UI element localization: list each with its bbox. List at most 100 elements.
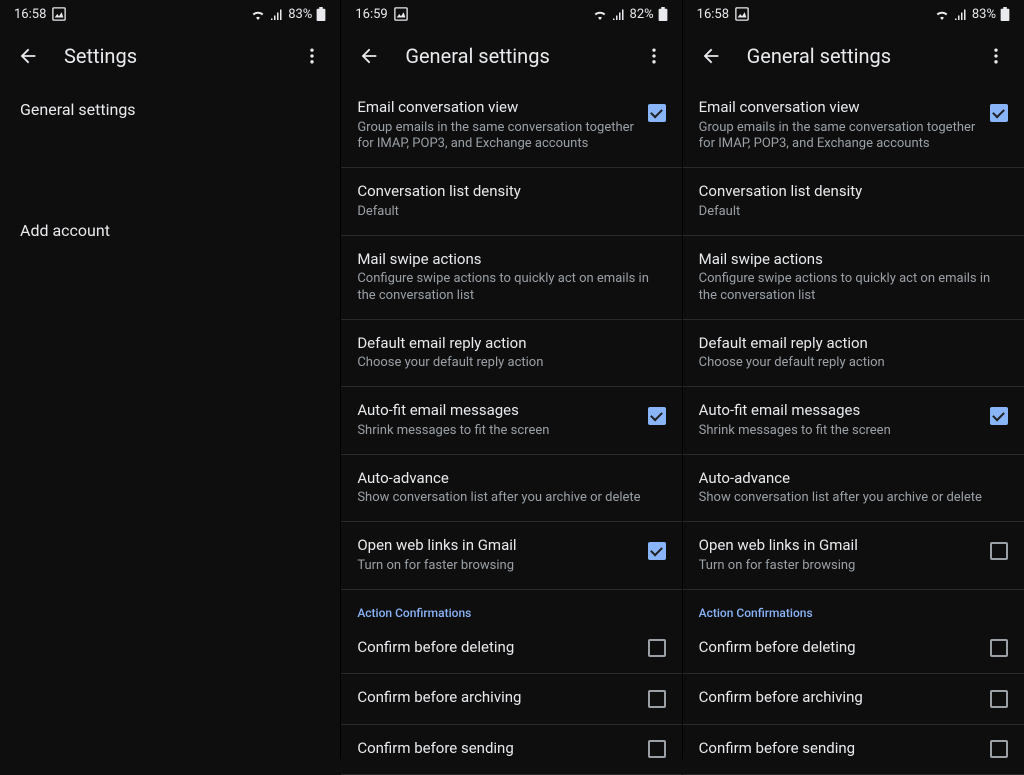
setting-subtitle: Show conversation list after you archive… <box>357 490 657 507</box>
battery-icon <box>1000 7 1010 21</box>
content: Email conversation viewGroup emails in t… <box>683 84 1024 775</box>
setting-subtitle: Configure swipe actions to quickly act o… <box>699 271 1000 305</box>
setting-text: Mail swipe actionsConfigure swipe action… <box>699 250 1008 305</box>
screen-0: 16:5883%SettingsGeneral settingsAdd acco… <box>0 0 341 759</box>
setting-item[interactable]: Conversation list density Default <box>683 168 1024 235</box>
list-item[interactable]: General settings <box>0 84 340 135</box>
setting-subtitle: Choose your default reply action <box>357 355 657 372</box>
image-icon <box>52 7 66 21</box>
checkbox[interactable] <box>990 690 1008 708</box>
back-icon[interactable] <box>357 44 381 68</box>
setting-item[interactable]: Email conversation viewGroup emails in t… <box>341 84 681 168</box>
setting-title: Conversation list density <box>699 182 1000 202</box>
list-item[interactable]: Add account <box>0 205 340 256</box>
setting-subtitle: Default <box>699 204 1000 221</box>
confirm-item[interactable]: Confirm before deleting <box>683 624 1024 675</box>
more-icon[interactable] <box>300 44 324 68</box>
setting-title: Auto-fit email messages <box>699 401 982 421</box>
status-time: 16:58 <box>14 7 46 22</box>
setting-item[interactable]: Conversation list density Default <box>341 168 681 235</box>
image-icon <box>735 7 749 21</box>
setting-subtitle: Shrink messages to fit the screen <box>357 423 639 440</box>
setting-item[interactable]: Auto-fit email messagesShrink messages t… <box>683 387 1024 454</box>
setting-title: Default email reply action <box>699 334 1000 354</box>
checkbox[interactable] <box>990 542 1008 560</box>
checkbox[interactable] <box>648 542 666 560</box>
page-title: General settings <box>405 44 641 68</box>
setting-text: Email conversation viewGroup emails in t… <box>357 98 647 153</box>
checkbox[interactable] <box>648 690 666 708</box>
setting-text: Open web links in Gmail Turn on for faste… <box>357 536 647 574</box>
setting-subtitle: Turn on for faster browsing <box>699 558 982 575</box>
setting-item[interactable]: Default email reply actionChoose your de… <box>341 320 681 387</box>
setting-item[interactable]: Open web links in GmailTurn on for faste… <box>683 522 1024 589</box>
wifi-icon <box>592 8 608 20</box>
checkbox[interactable] <box>990 407 1008 425</box>
confirm-title: Confirm before archiving <box>699 688 990 708</box>
more-icon[interactable] <box>642 44 666 68</box>
confirm-title: Confirm before archiving <box>357 688 647 708</box>
setting-subtitle: Configure swipe actions to quickly act o… <box>357 271 657 305</box>
checkbox[interactable] <box>648 407 666 425</box>
confirm-title: Confirm before sending <box>699 739 990 759</box>
confirm-item[interactable]: Confirm before archiving <box>683 674 1024 725</box>
setting-text: Email conversation viewGroup emails in t… <box>699 98 990 153</box>
status-bar: 16:5982% <box>341 0 681 28</box>
setting-subtitle: Choose your default reply action <box>699 355 1000 372</box>
setting-title: Conversation list density <box>357 182 657 202</box>
status-time: 16:59 <box>355 7 387 22</box>
checkbox[interactable] <box>990 639 1008 657</box>
setting-title: Mail swipe actions <box>699 250 1000 270</box>
screen-2: 16:5883% General settings Email conversati… <box>683 0 1024 759</box>
checkbox[interactable] <box>990 740 1008 758</box>
setting-item[interactable]: Mail swipe actionsConfigure swipe action… <box>683 236 1024 320</box>
status-bar: 16:5883% <box>683 0 1024 28</box>
setting-subtitle: Group emails in the same conversation to… <box>357 120 639 154</box>
setting-subtitle: Group emails in the same conversation to… <box>699 120 982 154</box>
setting-item[interactable]: Auto-fit email messagesShrink messages t… <box>341 387 681 454</box>
confirm-item[interactable]: Confirm before sending <box>341 725 681 775</box>
signal-icon <box>954 8 968 20</box>
setting-title: Email conversation view <box>699 98 982 118</box>
confirm-title: Confirm before deleting <box>357 638 647 658</box>
status-battery-text: 83% <box>972 7 996 22</box>
setting-item[interactable]: Default email reply actionChoose your de… <box>683 320 1024 387</box>
setting-text: Conversation list density Default <box>357 182 665 220</box>
checkbox[interactable] <box>648 740 666 758</box>
setting-subtitle: Turn on for faster browsing <box>357 558 639 575</box>
setting-item[interactable]: Email conversation viewGroup emails in t… <box>683 84 1024 168</box>
setting-text: Default email reply actionChoose your de… <box>699 334 1008 372</box>
screen-1: 16:5982% General settings Email conversati… <box>341 0 682 759</box>
more-icon[interactable] <box>984 44 1008 68</box>
setting-title: Email conversation view <box>357 98 639 118</box>
setting-item[interactable]: Auto-advanceShow conversation list after… <box>341 455 681 522</box>
setting-item[interactable]: Open web links in Gmail Turn on for faste… <box>341 522 681 589</box>
checkbox[interactable] <box>990 104 1008 122</box>
setting-item[interactable]: Auto-advanceShow conversation list after… <box>683 455 1024 522</box>
back-icon[interactable] <box>699 44 723 68</box>
checkbox[interactable] <box>648 104 666 122</box>
setting-title: Auto-advance <box>699 469 1000 489</box>
setting-title: Default email reply action <box>357 334 657 354</box>
setting-item[interactable]: Mail swipe actionsConfigure swipe action… <box>341 236 681 320</box>
app-bar: General settings <box>341 28 681 84</box>
page-title: General settings <box>747 44 984 68</box>
confirm-item[interactable]: Confirm before deleting <box>341 624 681 675</box>
setting-title: Mail swipe actions <box>357 250 657 270</box>
page-title: Settings <box>64 44 300 68</box>
setting-subtitle: Show conversation list after you archive… <box>699 490 1000 507</box>
confirm-item[interactable]: Confirm before archiving <box>341 674 681 725</box>
setting-text: Auto-advanceShow conversation list after… <box>699 469 1008 507</box>
setting-subtitle: Default <box>357 204 657 221</box>
section-header: Action Confirmations <box>683 590 1024 624</box>
confirm-title: Confirm before deleting <box>699 638 990 658</box>
setting-title: Open web links in Gmail <box>357 536 639 556</box>
back-icon[interactable] <box>16 44 40 68</box>
app-bar: Settings <box>0 28 340 84</box>
content: General settings Add account <box>0 84 340 256</box>
battery-icon <box>658 7 668 21</box>
confirm-item[interactable]: Confirm before sending <box>683 725 1024 775</box>
setting-text: Auto-fit email messagesShrink messages t… <box>699 401 990 439</box>
checkbox[interactable] <box>648 639 666 657</box>
setting-text: Conversation list density Default <box>699 182 1008 220</box>
